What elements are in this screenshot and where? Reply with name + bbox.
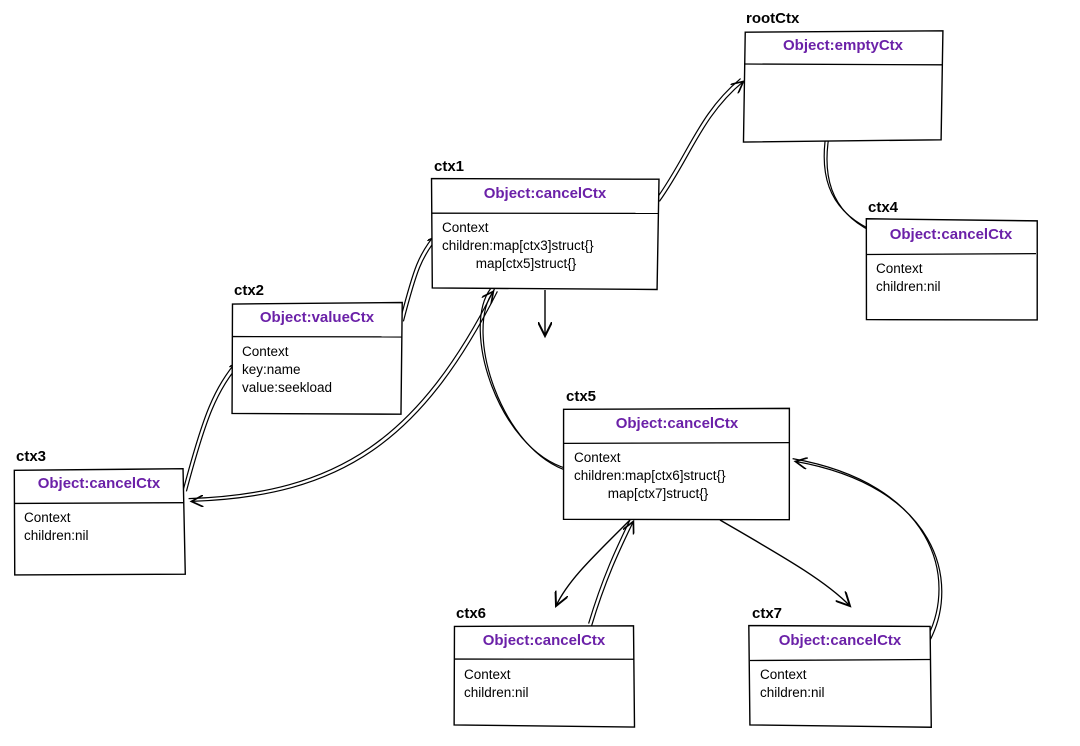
node-label-rootCtx: rootCtx bbox=[744, 10, 942, 27]
node-label-ctx6: ctx6 bbox=[454, 605, 634, 622]
node-title-ctx2: Object:valueCtx bbox=[232, 303, 402, 337]
node-body-ctx2: Context key:name value:seekload bbox=[232, 337, 402, 404]
node-title-ctx1: Object:cancelCtx bbox=[432, 179, 658, 213]
node-ctx6: ctx6 Object:cancelCtxContext children:nil bbox=[454, 605, 634, 726]
arrow-ctx5-to-ctx1-a bbox=[480, 289, 566, 469]
node-box-ctx3: Object:cancelCtxContext children:nil bbox=[14, 469, 184, 574]
arrow-ctx5-to-ctx1-b bbox=[483, 291, 569, 471]
node-label-ctx2: ctx2 bbox=[232, 282, 402, 299]
node-label-ctx5: ctx5 bbox=[564, 388, 790, 405]
node-body-ctx6: Context children:nil bbox=[454, 660, 634, 708]
node-label-ctx1: ctx1 bbox=[432, 158, 658, 175]
node-body-ctx1: Context children:map[ctx3]struct{} map[c… bbox=[432, 213, 658, 280]
node-ctx1: ctx1 Object:cancelCtxContext children:map… bbox=[432, 158, 658, 289]
arrow-ctx1-to-root-a bbox=[657, 79, 741, 199]
node-box-ctx7: Object:cancelCtxContext children:nil bbox=[750, 626, 930, 726]
node-box-rootCtx: Object:emptyCtx bbox=[744, 31, 942, 141]
node-body-ctx5: Context children:map[ctx6]struct{} map[c… bbox=[564, 443, 790, 510]
node-body-ctx3: Context children:nil bbox=[14, 503, 184, 551]
node-label-ctx3: ctx3 bbox=[14, 448, 184, 465]
node-ctx4: ctx4 Object:cancelCtxContext children:nil bbox=[866, 199, 1036, 320]
node-ctx7: ctx7 Object:cancelCtxContext children:nil bbox=[750, 605, 930, 726]
node-title-ctx5: Object:cancelCtx bbox=[564, 409, 790, 443]
node-body-rootCtx bbox=[744, 65, 942, 77]
node-ctx2: ctx2 Object:valueCtxContext key:name valu… bbox=[232, 282, 402, 413]
node-title-ctx3: Object:cancelCtx bbox=[14, 469, 184, 503]
arrow-ctx5-to-ctx6 bbox=[556, 520, 630, 606]
arrow-ctx1-to-root-b bbox=[659, 81, 743, 201]
node-box-ctx5: Object:cancelCtxContext children:map[ctx… bbox=[564, 409, 790, 519]
arrow-ctx5-to-ctx7 bbox=[720, 520, 850, 606]
node-label-ctx7: ctx7 bbox=[750, 605, 930, 622]
node-title-ctx4: Object:cancelCtx bbox=[866, 220, 1036, 254]
node-box-ctx6: Object:cancelCtxContext children:nil bbox=[454, 626, 634, 726]
node-box-ctx4: Object:cancelCtxContext children:nil bbox=[866, 220, 1036, 320]
node-rootCtx: rootCtx Object:emptyCtx bbox=[744, 10, 942, 141]
node-box-ctx2: Object:valueCtxContext key:name value:se… bbox=[232, 303, 402, 413]
node-label-ctx4: ctx4 bbox=[866, 199, 1036, 216]
arrow-ctx3-to-ctx2-a bbox=[184, 359, 239, 489]
node-title-ctx6: Object:cancelCtx bbox=[454, 626, 634, 660]
node-title-rootCtx: Object:emptyCtx bbox=[744, 31, 942, 65]
node-title-ctx7: Object:cancelCtx bbox=[750, 626, 930, 660]
node-body-ctx4: Context children:nil bbox=[866, 254, 1036, 302]
node-body-ctx7: Context children:nil bbox=[750, 660, 930, 708]
node-ctx5: ctx5 Object:cancelCtxContext children:map… bbox=[564, 388, 790, 519]
node-box-ctx1: Object:cancelCtxContext children:map[ctx… bbox=[432, 179, 658, 289]
node-ctx3: ctx3 Object:cancelCtxContext children:nil bbox=[14, 448, 184, 574]
